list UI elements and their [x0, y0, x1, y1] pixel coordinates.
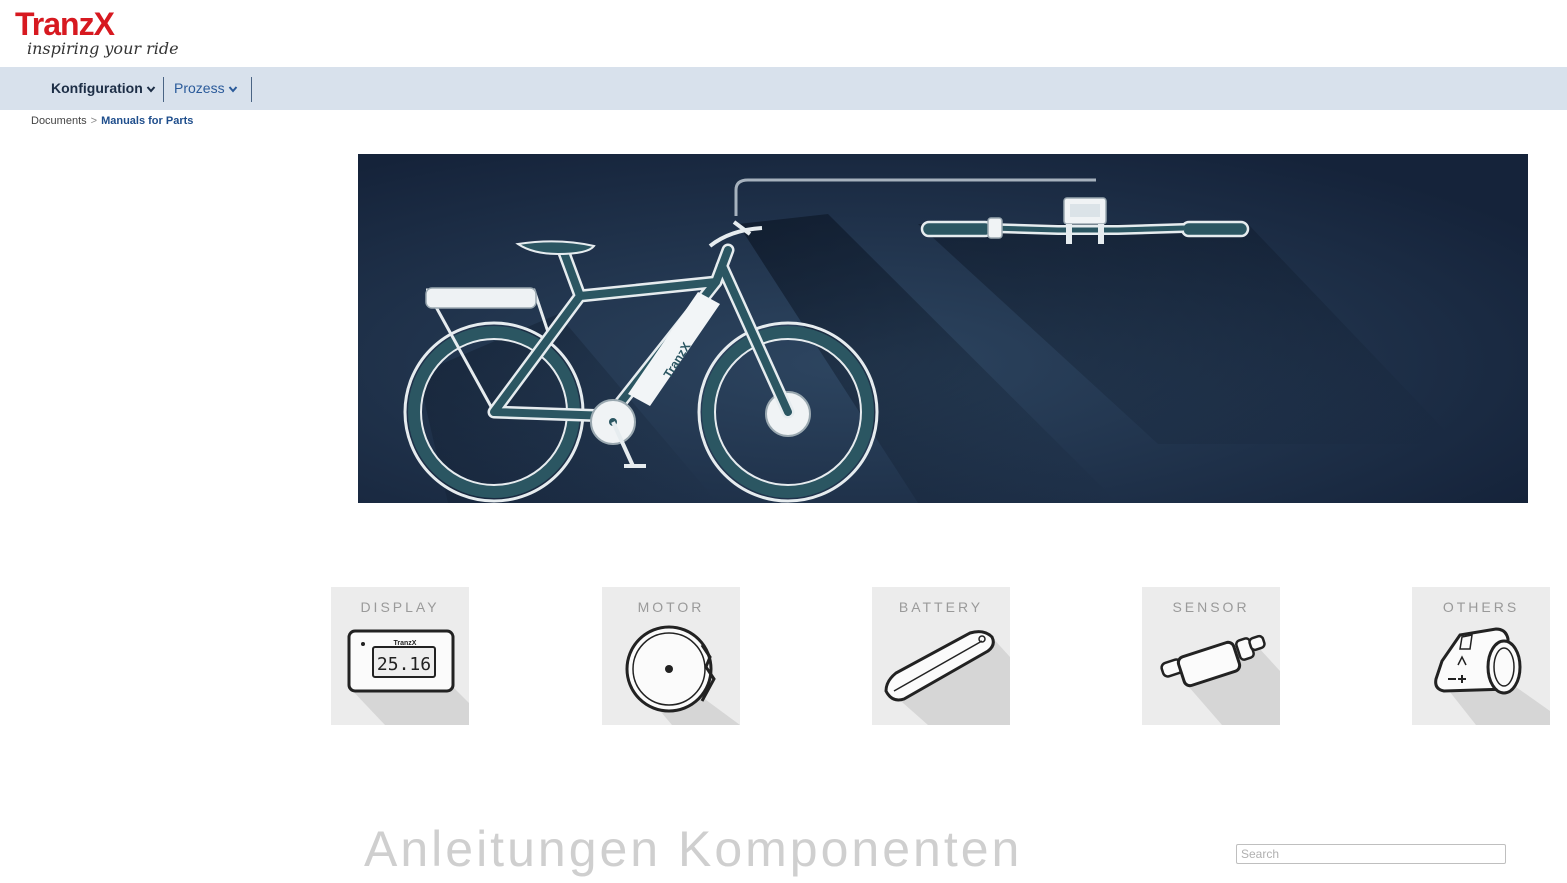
- nav-konfiguration-label: Konfiguration: [51, 80, 143, 96]
- category-sensor[interactable]: SENSOR: [1142, 587, 1280, 725]
- display-brand-text: TranzX: [394, 640, 417, 647]
- others-icon: [1434, 627, 1550, 725]
- breadcrumb-separator: >: [90, 115, 98, 127]
- category-others[interactable]: OTHERS: [1412, 587, 1550, 725]
- main-navigation: Konfiguration Prozess: [0, 67, 1567, 110]
- nav-prozess-label: Prozess: [174, 80, 225, 96]
- nav-konfiguration[interactable]: Konfiguration: [51, 67, 156, 110]
- chevron-down-icon: [228, 86, 237, 93]
- breadcrumb-documents[interactable]: Documents: [31, 115, 87, 127]
- battery-icon: [884, 630, 1010, 725]
- search-input[interactable]: [1236, 844, 1506, 864]
- page-title: Anleitungen Komponenten: [364, 821, 1023, 877]
- display-icon: TranzX 25.16: [347, 629, 469, 725]
- nav-divider: [251, 77, 252, 102]
- category-battery[interactable]: BATTERY: [872, 587, 1010, 725]
- logo-tagline: inspiring your ride: [27, 39, 179, 58]
- sensor-icon: [1160, 634, 1280, 725]
- category-display[interactable]: DISPLAY TranzX 25.16: [331, 587, 469, 725]
- nav-prozess[interactable]: Prozess: [174, 67, 238, 110]
- ebike-hero-banner: TranzX: [358, 154, 1528, 503]
- category-motor[interactable]: MOTOR: [602, 587, 740, 725]
- motor-icon: [625, 625, 740, 725]
- breadcrumb-current[interactable]: Manuals for Parts: [101, 115, 193, 127]
- tranzx-logo[interactable]: TranzX inspiring your ride: [15, 6, 179, 62]
- ebike-illustration: TranzX: [358, 154, 1528, 503]
- display-value-text: 25.16: [377, 654, 431, 675]
- nav-divider: [163, 77, 164, 102]
- logo-brand-text: TranzX: [15, 6, 115, 42]
- breadcrumb: Documents > Manuals for Parts: [31, 115, 193, 127]
- chevron-down-icon: [146, 86, 156, 93]
